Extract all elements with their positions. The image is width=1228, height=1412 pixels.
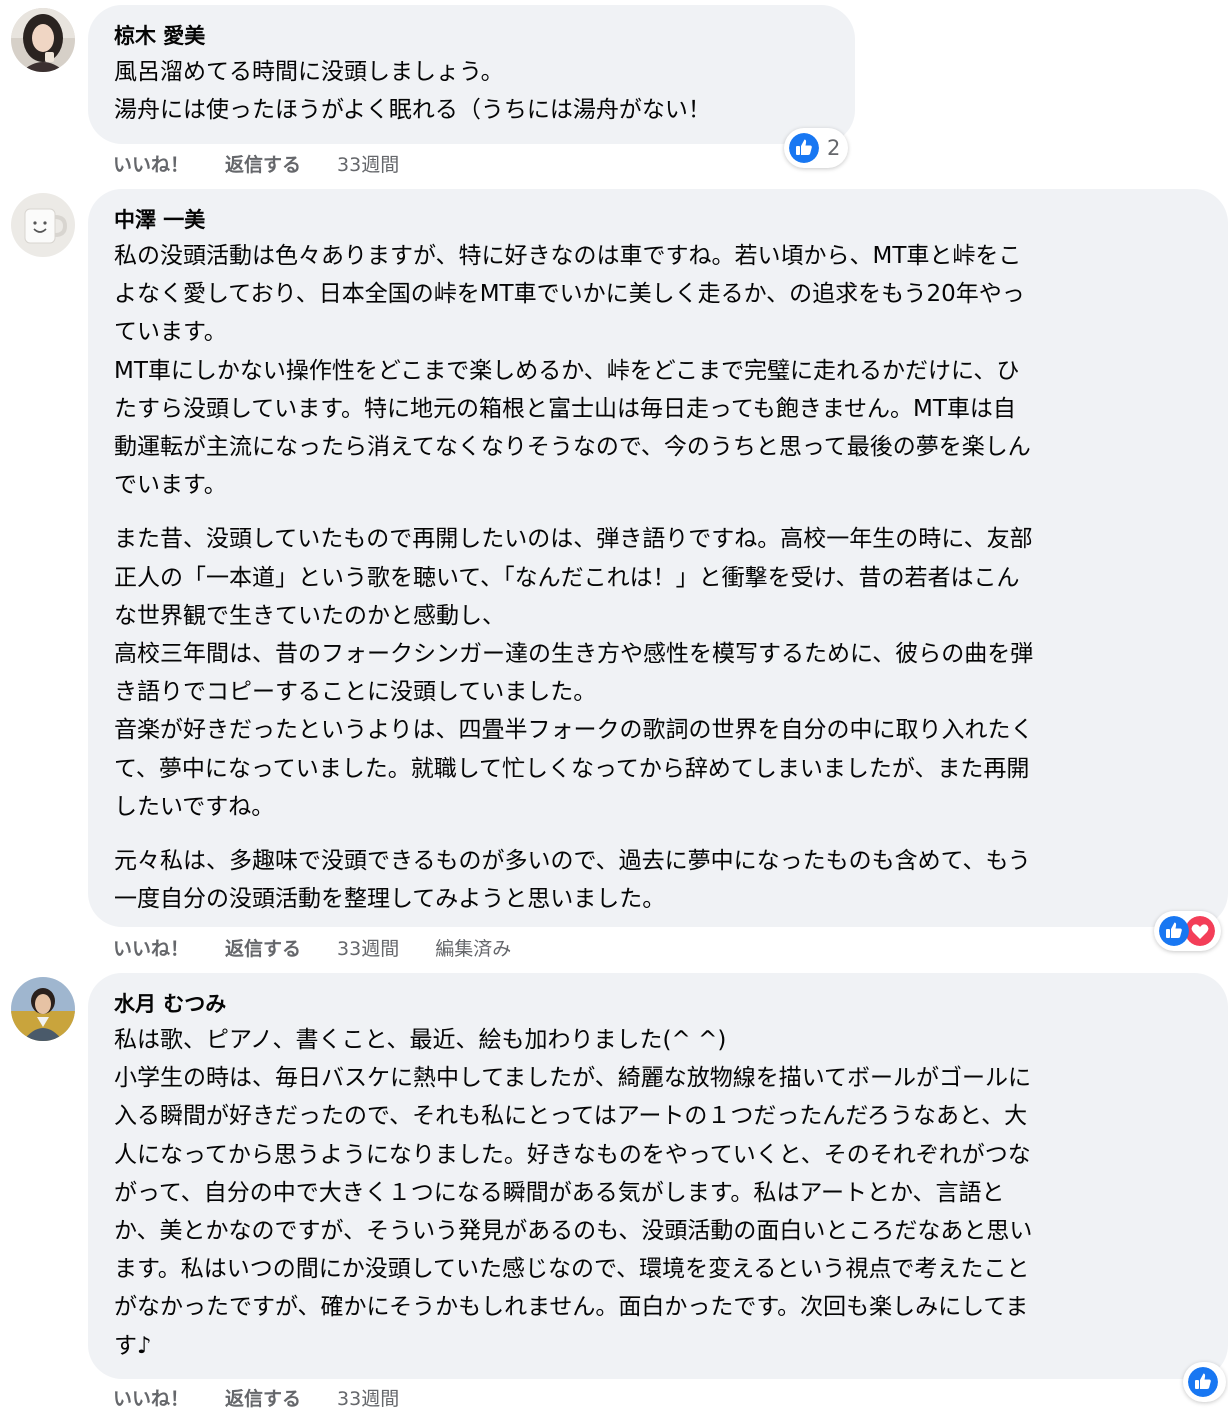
comment-text: 元々私は、多趣味で没頭できるものが多いので、過去に夢中になったものも含めて、もう…	[114, 842, 1202, 918]
like-icon	[1159, 916, 1189, 946]
avatar[interactable]	[11, 8, 75, 72]
comment-text: 風呂溜めてる時間に没頭しましょう。湯舟には使ったほうがよく眠れる（うちには湯舟が…	[114, 53, 829, 129]
comment-text: 私は歌、ピアノ、書くこと、最近、絵も加わりました(^ ^) 小学生の時は、毎日バス…	[114, 1021, 1202, 1365]
comment-actions: いいね！ 返信する 33週間 編集済み	[113, 932, 547, 962]
comment-text-line: 正人の「一本道」という歌を聴いて、「なんだこれは！」と衝撃を受け、昔の若者はこん	[114, 564, 1020, 591]
love-icon	[1185, 916, 1215, 946]
comment-text-line: 湯舟には使ったほうがよく眠れる（うちには湯舟がない！	[114, 97, 711, 124]
reaction-count: 2	[827, 136, 841, 160]
comment-text-line: な世界観で生きていたのかと感動し、	[114, 602, 505, 629]
reaction-summary[interactable]	[1154, 911, 1221, 951]
comment-text-line: す♪	[114, 1332, 152, 1359]
reply-button[interactable]: 返信する	[225, 934, 301, 961]
comment-text-line: 小学生の時は、毎日バスケに熱中してましたが、綺麗な放物線を描いてボールがゴールに	[114, 1065, 1032, 1092]
edited-label[interactable]: 編集済み	[435, 934, 511, 961]
comment-text-line: たすら没頭しています。特に地元の箱根と富士山は毎日走っても飽きません。MT車は自	[114, 395, 1016, 422]
comment-text-line: がって、自分の中で大きく１つになる瞬間がある気がします。私はアートとか、言語と	[114, 1179, 1005, 1206]
comment-actions: いいね！ 返信する 33週間	[113, 148, 435, 178]
comment-text-line: でいます。	[114, 472, 227, 499]
comment-text-line: て、夢中になっていました。就職して忙しくなってから辞めてしまいましたが、また再開	[114, 755, 1030, 782]
comment-text-line: 音楽が好きだったというよりは、四畳半フォークの歌詞の世界を自分の中に取り入れたく	[114, 717, 1034, 744]
like-button[interactable]: いいね！	[113, 150, 189, 177]
comment-author[interactable]: 中澤 一美	[114, 203, 1202, 237]
comment-timestamp[interactable]: 33週間	[337, 150, 399, 177]
like-button[interactable]: いいね！	[113, 1384, 189, 1411]
comment-bubble: 中澤 一美 私の没頭活動は色々ありますが、特に好きなのは車ですね。若い頃から、M…	[88, 189, 1228, 927]
comment-text-line: よなく愛しており、日本全国の峠をMT車でいかに美しく走るか、の追求をもう20年や…	[114, 281, 1025, 308]
avatar[interactable]	[11, 977, 75, 1041]
comment-author[interactable]: 水月 むつみ	[114, 987, 1202, 1021]
comment-timestamp[interactable]: 33週間	[337, 1384, 399, 1411]
comment-text: 私の没頭活動は色々ありますが、特に好きなのは車ですね。若い頃から、MT車と峠をこ…	[114, 237, 1202, 504]
comment-text-line: 元々私は、多趣味で没頭できるものが多いので、過去に夢中になったものも含めて、もう	[114, 848, 1031, 875]
comment-text-line: 一度自分の没頭活動を整理してみようと思いました。	[114, 886, 666, 913]
comment-bubble: 水月 むつみ 私は歌、ピアノ、書くこと、最近、絵も加わりました(^ ^) 小学生の…	[88, 973, 1228, 1379]
reply-button[interactable]: 返信する	[225, 150, 301, 177]
reaction-summary[interactable]	[1183, 1362, 1226, 1402]
comment-text-line: MT車にしかない操作性をどこまで楽しめるか、峠をどこまで完璧に走れるかだけに、ひ	[114, 357, 1020, 384]
like-icon	[789, 133, 819, 163]
comment-text-line: き語りでコピーすることに没頭していました。	[114, 679, 597, 706]
comment-text-line: ます。私はいつの間にか没頭していた感じなので、環境を変えるという視点で考えたこと	[114, 1256, 1030, 1283]
avatar[interactable]	[11, 193, 75, 257]
reply-button[interactable]: 返信する	[225, 1384, 301, 1411]
reaction-summary[interactable]: 2	[784, 128, 849, 168]
comment-text-line: か、美とかなのですが、そういう発見があるのも、没頭活動の面白いところだなあと思い	[114, 1218, 1033, 1245]
like-icon	[1188, 1367, 1218, 1397]
comment-author[interactable]: 椋木 愛美	[114, 19, 829, 53]
comment-text: また昔、没頭していたもので再開したいのは、弾き語りですね。高校一年生の時に、友部…	[114, 520, 1202, 826]
comment-text-line: また昔、没頭していたもので再開したいのは、弾き語りですね。高校一年生の時に、友部	[114, 526, 1033, 553]
comment-text-line: 人になってから思うようになりました。好きなものをやっていくと、そのそれぞれがつな	[114, 1141, 1031, 1168]
comment-text-line: 高校三年間は、昔のフォークシンガー達の生き方や感性を模写するために、彼らの曲を弾	[114, 641, 1034, 668]
comment-text-line: 風呂溜めてる時間に没頭しましょう。	[114, 59, 504, 85]
comment-text-line: 動運転が主流になったら消えてなくなりそうなので、今のうちと思って最後の夢を楽しん	[114, 434, 1031, 461]
comment-text-line: がなかったですが、確かにそうかもしれません。面白かったです。次回も楽しみにしてま	[114, 1294, 1029, 1321]
comment-timestamp[interactable]: 33週間	[337, 934, 399, 961]
comment-text-line: したいですね。	[114, 793, 275, 820]
comment-text-line: 私は歌、ピアノ、書くこと、最近、絵も加わりました(^ ^)	[114, 1027, 727, 1053]
comment-text-line: ています。	[114, 319, 227, 346]
like-button[interactable]: いいね！	[113, 934, 189, 961]
comment-text-line: 私の没頭活動は色々ありますが、特に好きなのは車ですね。若い頃から、MT車と峠をこ	[114, 243, 1022, 269]
comment-text-line: 入る瞬間が好きだったので、それも私にとってはアートの１つだったんだろうなあと、大	[114, 1103, 1028, 1130]
comment-bubble: 椋木 愛美 風呂溜めてる時間に没頭しましょう。湯舟には使ったほうがよく眠れる（う…	[88, 5, 855, 144]
